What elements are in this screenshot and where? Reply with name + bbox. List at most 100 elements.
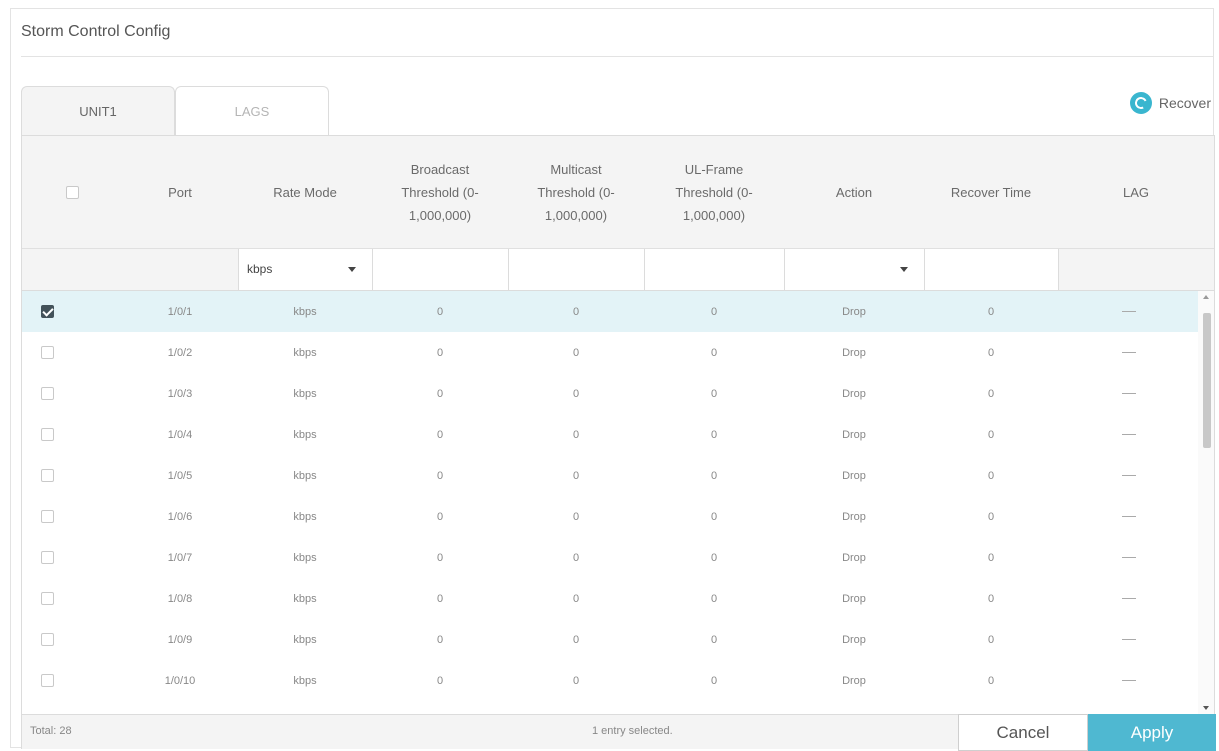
row-checkbox[interactable] bbox=[40, 428, 54, 441]
table-row[interactable]: 1/0/8 kbps 0 0 0 Drop 0 bbox=[22, 578, 1200, 619]
table-row[interactable]: 1/0/3 kbps 0 0 0 Drop 0 bbox=[22, 373, 1200, 414]
col-lag[interactable]: LAG bbox=[1058, 136, 1214, 249]
col-multicast-threshold[interactable]: Multicast Threshold (0-1,000,000) bbox=[508, 136, 644, 249]
lag-empty-dash bbox=[1122, 393, 1136, 394]
cell-port: 1/0/1 bbox=[167, 305, 193, 318]
cell-recover-time: 0 bbox=[987, 346, 995, 359]
table-row[interactable]: 1/0/1 kbps 0 0 0 Drop 0 bbox=[22, 291, 1200, 332]
total-count: Total: 28 bbox=[30, 725, 72, 737]
cell-multicast: 0 bbox=[572, 551, 580, 564]
row-checkbox[interactable] bbox=[40, 469, 54, 482]
cell-recover-time: 0 bbox=[987, 592, 995, 605]
cell-port: 1/0/6 bbox=[167, 510, 193, 523]
table-scrollbar[interactable] bbox=[1198, 291, 1214, 714]
cell-rate-mode: kbps bbox=[293, 387, 317, 400]
cell-action: Drop bbox=[842, 633, 866, 646]
tab-lags[interactable]: LAGS bbox=[175, 86, 329, 136]
selected-count: 1 entry selected. bbox=[592, 725, 673, 737]
cell-broadcast: 0 bbox=[436, 387, 444, 400]
cell-broadcast: 0 bbox=[436, 510, 444, 523]
cell-broadcast: 0 bbox=[436, 305, 444, 318]
scroll-up-icon[interactable] bbox=[1203, 295, 1209, 299]
cell-lag bbox=[1058, 660, 1200, 701]
rate-mode-select[interactable]: kbps bbox=[238, 249, 373, 290]
table-footer: Total: 28 1 entry selected. Cancel Apply bbox=[22, 714, 1216, 751]
col-ul-frame-threshold[interactable]: UL-Frame Threshold (0-1,000,000) bbox=[644, 136, 784, 249]
row-checkbox[interactable] bbox=[40, 510, 54, 523]
row-checkbox[interactable] bbox=[40, 551, 54, 564]
row-checkbox[interactable] bbox=[40, 305, 54, 318]
col-port[interactable]: Port bbox=[122, 136, 238, 249]
recover-time-input[interactable] bbox=[924, 249, 1059, 290]
chevron-down-icon bbox=[900, 267, 908, 272]
table-row[interactable]: 1/0/6 kbps 0 0 0 Drop 0 bbox=[22, 496, 1200, 537]
action-select[interactable] bbox=[784, 249, 925, 290]
cell-broadcast: 0 bbox=[436, 346, 444, 359]
cell-broadcast: 0 bbox=[436, 592, 444, 605]
rate-mode-select-value: kbps bbox=[247, 262, 273, 276]
cell-select bbox=[22, 496, 72, 537]
cell-select bbox=[22, 373, 72, 414]
multicast-threshold-input[interactable] bbox=[508, 249, 645, 290]
cell-multicast: 0 bbox=[572, 510, 580, 523]
cell-recover-time: 0 bbox=[987, 469, 995, 482]
cell-broadcast: 0 bbox=[436, 633, 444, 646]
scroll-down-icon[interactable] bbox=[1203, 706, 1209, 710]
table-row[interactable]: 1/0/5 kbps 0 0 0 Drop 0 bbox=[22, 455, 1200, 496]
row-checkbox[interactable] bbox=[40, 592, 54, 605]
cell-multicast: 0 bbox=[572, 305, 580, 318]
cell-recover-time: 0 bbox=[987, 305, 995, 318]
cell-rate-mode: kbps bbox=[293, 633, 317, 646]
cell-broadcast: 0 bbox=[436, 469, 444, 482]
cell-action: Drop bbox=[842, 469, 866, 482]
table-row[interactable]: 1/0/10 kbps 0 0 0 Drop 0 bbox=[22, 660, 1200, 701]
col-action[interactable]: Action bbox=[784, 136, 924, 249]
col-recover-time[interactable]: Recover Time bbox=[924, 136, 1058, 249]
cancel-button[interactable]: Cancel bbox=[958, 714, 1088, 751]
table-row[interactable]: 1/0/7 kbps 0 0 0 Drop 0 bbox=[22, 537, 1200, 578]
cell-recover-time: 0 bbox=[987, 674, 995, 687]
cell-port: 1/0/3 bbox=[167, 387, 193, 400]
scroll-thumb[interactable] bbox=[1203, 313, 1211, 448]
cell-ul-frame: 0 bbox=[710, 592, 718, 605]
cell-ul-frame: 0 bbox=[710, 633, 718, 646]
row-checkbox[interactable] bbox=[40, 633, 54, 646]
ul-frame-threshold-input[interactable] bbox=[644, 249, 785, 290]
cell-port: 1/0/4 bbox=[167, 428, 193, 441]
broadcast-threshold-input[interactable] bbox=[372, 249, 509, 290]
table-row[interactable]: 1/0/9 kbps 0 0 0 Drop 0 bbox=[22, 619, 1200, 660]
cell-recover-time: 0 bbox=[987, 510, 995, 523]
tab-unit1[interactable]: UNIT1 bbox=[21, 86, 175, 137]
cell-select bbox=[22, 414, 72, 455]
cell-multicast: 0 bbox=[572, 633, 580, 646]
row-checkbox[interactable] bbox=[40, 387, 54, 400]
cell-rate-mode: kbps bbox=[293, 551, 317, 564]
panel-title: Storm Control Config bbox=[21, 23, 171, 40]
row-checkbox[interactable] bbox=[40, 346, 54, 359]
table-row[interactable]: 1/0/4 kbps 0 0 0 Drop 0 bbox=[22, 414, 1200, 455]
lag-empty-dash bbox=[1122, 516, 1136, 517]
port-table: Port Rate Mode Broadcast Threshold (0-1,… bbox=[21, 135, 1216, 751]
select-all-checkbox[interactable] bbox=[65, 186, 79, 199]
cell-port: 1/0/7 bbox=[167, 551, 193, 564]
filter-row: kbps bbox=[22, 249, 1214, 291]
row-checkbox[interactable] bbox=[40, 674, 54, 687]
recover-icon bbox=[1129, 92, 1152, 114]
cell-select bbox=[22, 291, 72, 332]
cell-lag bbox=[1058, 291, 1200, 332]
col-rate-mode[interactable]: Rate Mode bbox=[238, 136, 372, 249]
cell-rate-mode: kbps bbox=[293, 346, 317, 359]
lag-empty-dash bbox=[1122, 434, 1136, 435]
cell-multicast: 0 bbox=[572, 387, 580, 400]
cell-ul-frame: 0 bbox=[710, 387, 718, 400]
table-header: Port Rate Mode Broadcast Threshold (0-1,… bbox=[22, 136, 1214, 249]
recover-button[interactable]: Recover bbox=[1129, 91, 1211, 115]
cell-port: 1/0/9 bbox=[167, 633, 193, 646]
table-row[interactable]: 1/0/2 kbps 0 0 0 Drop 0 bbox=[22, 332, 1200, 373]
col-broadcast-threshold[interactable]: Broadcast Threshold (0-1,000,000) bbox=[372, 136, 508, 249]
apply-button[interactable]: Apply bbox=[1088, 714, 1216, 751]
cell-ul-frame: 0 bbox=[710, 674, 718, 687]
cell-multicast: 0 bbox=[572, 674, 580, 687]
cell-action: Drop bbox=[842, 387, 866, 400]
cell-recover-time: 0 bbox=[987, 633, 995, 646]
